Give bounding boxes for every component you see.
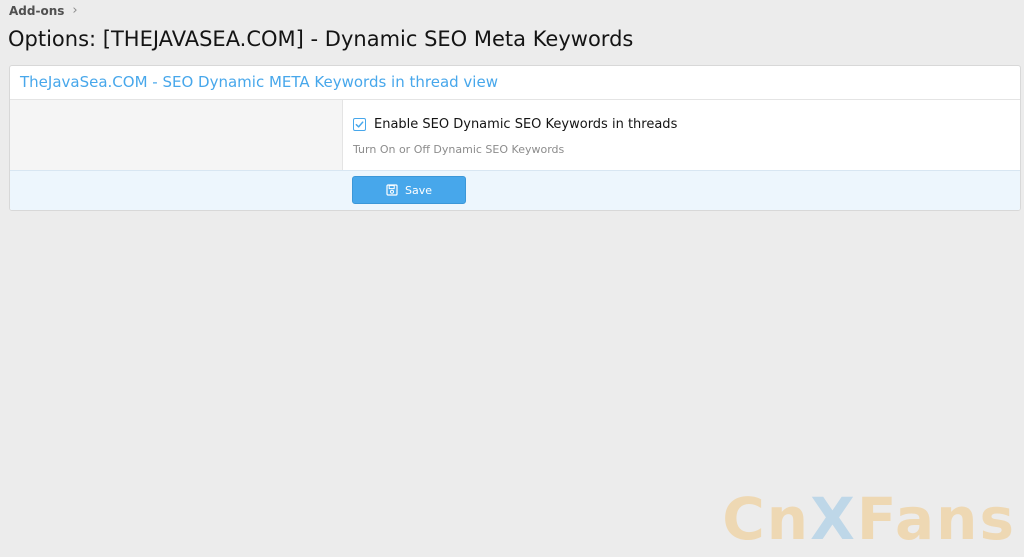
options-panel: TheJavaSea.COM - SEO Dynamic META Keywor… xyxy=(9,65,1021,211)
enable-keywords-checkbox[interactable] xyxy=(353,118,366,131)
chevron-right-icon: › xyxy=(72,3,78,18)
floppy-disk-icon xyxy=(386,184,398,196)
submit-row: Save xyxy=(10,171,1020,210)
check-icon xyxy=(355,121,364,128)
panel-header: TheJavaSea.COM - SEO Dynamic META Keywor… xyxy=(10,66,1020,100)
save-button-label: Save xyxy=(404,183,432,197)
breadcrumb-item-addons[interactable]: Add-ons xyxy=(9,4,64,18)
option-label-column xyxy=(10,100,343,170)
option-row: Enable SEO Dynamic SEO Keywords in threa… xyxy=(10,100,1020,171)
option-hint: Turn On or Off Dynamic SEO Keywords xyxy=(353,143,565,156)
breadcrumb: Add-ons › xyxy=(9,3,78,18)
checkbox-line[interactable]: Enable SEO Dynamic SEO Keywords in threa… xyxy=(353,117,1010,132)
option-input-column: Enable SEO Dynamic SEO Keywords in threa… xyxy=(343,100,1020,170)
watermark-logo: CnXFans xyxy=(722,485,1016,553)
page-title: Options: [THEJAVASEA.COM] - Dynamic SEO … xyxy=(8,27,634,51)
checkbox-label[interactable]: Enable SEO Dynamic SEO Keywords in threa… xyxy=(374,117,677,132)
save-button[interactable]: Save xyxy=(352,176,466,204)
